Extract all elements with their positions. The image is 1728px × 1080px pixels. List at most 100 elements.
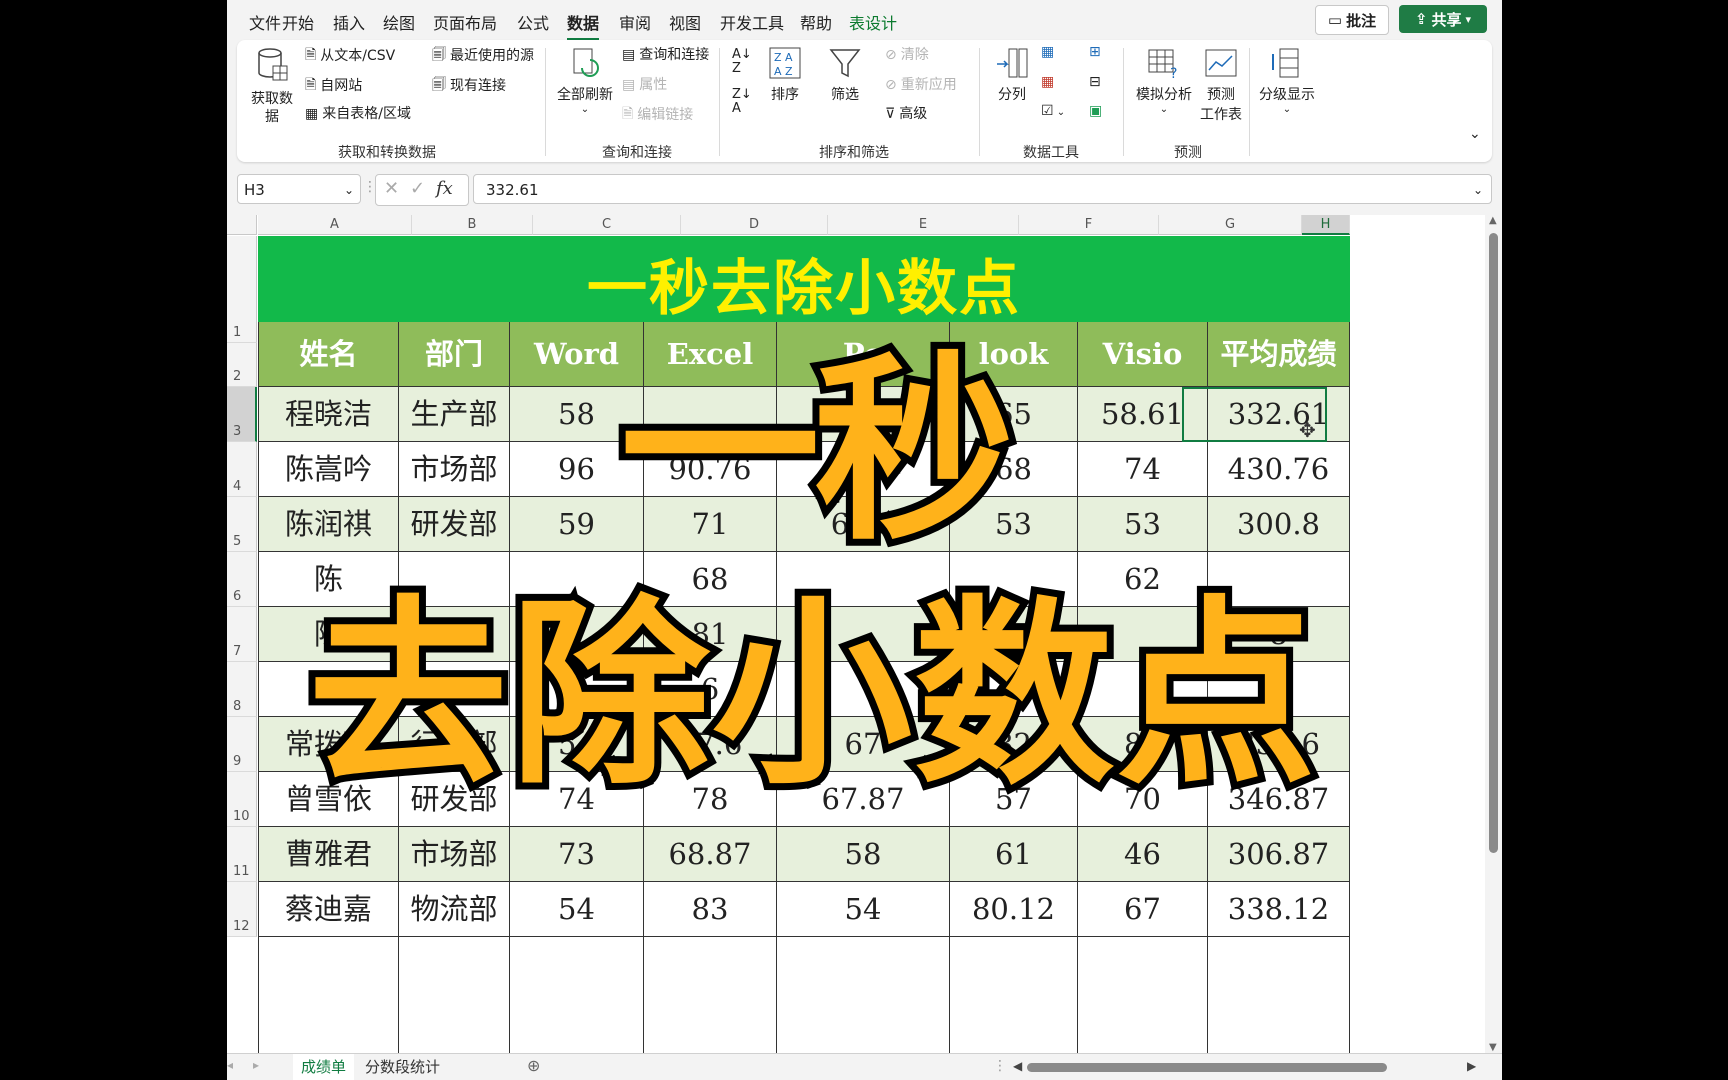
reapply-button[interactable]: ⊘ 重新应用 <box>885 74 957 94</box>
menu-formulas[interactable]: 公式 <box>517 10 549 34</box>
table-cell[interactable]: 物流部 <box>399 882 510 937</box>
table-cell[interactable]: 陈润祺 <box>258 497 399 552</box>
table-cell[interactable] <box>777 937 950 1053</box>
table-cell[interactable]: 54 <box>777 882 950 937</box>
scroll-up-icon[interactable]: ▲ <box>1489 215 1497 226</box>
row-header-6[interactable]: 6 <box>227 552 257 607</box>
table-cell[interactable] <box>1208 937 1350 1053</box>
table-cell[interactable]: 54 <box>510 882 644 937</box>
formula-input[interactable]: 332.61 ⌄ <box>473 174 1492 204</box>
menu-help[interactable]: 帮助 <box>800 10 832 34</box>
scroll-left-icon[interactable]: ◀ <box>1013 1059 1022 1073</box>
existing-connections-button[interactable]: 🗐 现有连接 <box>432 74 506 98</box>
name-box[interactable]: H3 ⌄ <box>237 174 361 204</box>
table-cell[interactable]: 74 <box>1078 442 1208 497</box>
table-cell[interactable] <box>258 937 399 1053</box>
row-header-7[interactable]: 7 <box>227 607 257 662</box>
row-header-2[interactable]: 2 <box>227 343 257 387</box>
menu-data[interactable]: 数据 <box>567 10 600 41</box>
sheet-tab-score-ranges[interactable]: 分数段统计 <box>357 1054 448 1080</box>
table-cell[interactable] <box>1078 937 1208 1053</box>
text-to-columns-button[interactable]: 分列 <box>992 46 1032 104</box>
sort-za-button[interactable]: Z↓ A <box>732 88 752 116</box>
get-data-button[interactable]: 获取数 据 <box>247 46 297 126</box>
from-table-button[interactable]: ▦ 来自表格/区域 <box>305 103 411 123</box>
clear-filter-button[interactable]: ⊘ 清除 <box>885 44 929 64</box>
column-header-f[interactable]: F <box>1019 215 1159 235</box>
from-text-csv-button[interactable]: 🗎 从文本/CSV <box>305 44 395 68</box>
column-header-e[interactable]: E <box>828 215 1019 235</box>
forecast-sheet-button[interactable]: 预测 工作表 <box>1199 46 1243 124</box>
table-cell[interactable]: 市场部 <box>399 827 510 882</box>
column-header-c[interactable]: C <box>533 215 681 235</box>
column-header-a[interactable]: A <box>258 215 412 235</box>
scroll-down-icon[interactable]: ▼ <box>1489 1042 1497 1053</box>
vertical-scroll-thumb[interactable] <box>1489 233 1498 853</box>
comments-button[interactable]: ▭ 批注 <box>1315 5 1389 35</box>
table-cell[interactable]: 306.87 <box>1208 827 1350 882</box>
table-header-cell[interactable]: 姓名 <box>258 322 399 387</box>
table-cell[interactable]: 市场部 <box>399 442 510 497</box>
menu-page-layout[interactable]: 页面布局 <box>433 10 497 34</box>
menu-draw[interactable]: 绘图 <box>383 10 415 34</box>
sort-az-button[interactable]: A↓ Z <box>732 48 752 76</box>
recent-sources-button[interactable]: 🗐 最近使用的源 <box>432 44 534 68</box>
vertical-scrollbar[interactable]: ▲ ▼ <box>1485 215 1502 1053</box>
ribbon-collapse-button[interactable]: ⌄ <box>1469 126 1481 142</box>
menu-review[interactable]: 审阅 <box>619 10 651 34</box>
row-header-8[interactable]: 8 <box>227 662 257 717</box>
flash-fill-button[interactable]: ▦ <box>1041 44 1054 60</box>
table-cell[interactable]: 61 <box>950 827 1078 882</box>
prev-sheet-icon[interactable]: ◂ <box>227 1058 233 1072</box>
share-button[interactable]: ⇪ 共享 ▾ <box>1399 5 1487 33</box>
edit-links-button[interactable]: 🗎 编辑链接 <box>622 103 693 127</box>
column-header-g[interactable]: G <box>1159 215 1302 235</box>
row-header-12[interactable]: 12 <box>227 882 257 937</box>
table-cell[interactable]: 430.76 <box>1208 442 1350 497</box>
table-cell[interactable]: 53 <box>1078 497 1208 552</box>
menu-insert[interactable]: 插入 <box>333 10 365 34</box>
table-cell[interactable] <box>510 937 644 1053</box>
table-cell[interactable]: 曹雅君 <box>258 827 399 882</box>
row-header-10[interactable]: 10 <box>227 772 257 827</box>
table-cell[interactable]: 68.87 <box>644 827 777 882</box>
table-cell[interactable]: 80.12 <box>950 882 1078 937</box>
table-cell[interactable]: 生产部 <box>399 387 510 442</box>
properties-button[interactable]: ▤ 属性 <box>622 74 667 94</box>
what-if-analysis-button[interactable]: ? 模拟分析 ⌄ <box>1133 46 1195 115</box>
table-header-cell[interactable]: 部门 <box>399 322 510 387</box>
row-header-9[interactable]: 9 <box>227 717 257 772</box>
refresh-all-button[interactable]: 全部刷新 ⌄ <box>555 46 615 115</box>
horizontal-scroll-thumb[interactable] <box>1027 1063 1387 1072</box>
column-header-h[interactable]: H <box>1302 215 1350 235</box>
column-header-b[interactable]: B <box>412 215 533 235</box>
filter-button[interactable]: 筛选 <box>825 46 865 104</box>
row-header-5[interactable]: 5 <box>227 497 257 552</box>
column-header-d[interactable]: D <box>681 215 828 235</box>
advanced-filter-button[interactable]: ⊽ 高级 <box>885 103 927 123</box>
cancel-icon[interactable]: ✕ <box>384 178 399 199</box>
data-validation-button[interactable]: ☑ ⌄ <box>1041 103 1065 119</box>
table-cell[interactable]: 58 <box>777 827 950 882</box>
table-cell[interactable]: 300.8 <box>1208 497 1350 552</box>
table-header-cell[interactable]: Visio <box>1078 322 1208 387</box>
table-cell[interactable] <box>644 937 777 1053</box>
menu-home[interactable]: 开始 <box>282 10 314 34</box>
relationships-button[interactable]: ⊟ <box>1089 74 1101 90</box>
table-cell[interactable]: 73 <box>510 827 644 882</box>
table-header-cell[interactable]: 平均成绩 <box>1208 322 1350 387</box>
table-cell[interactable]: 338.12 <box>1208 882 1350 937</box>
table-cell[interactable]: 蔡迪嘉 <box>258 882 399 937</box>
table-cell[interactable] <box>399 937 510 1053</box>
table-cell[interactable]: 程晓洁 <box>258 387 399 442</box>
queries-connections-button[interactable]: ▤ 查询和连接 <box>622 44 709 64</box>
remove-duplicates-button[interactable]: ▦ <box>1041 74 1054 90</box>
next-sheet-icon[interactable]: ▸ <box>253 1058 259 1072</box>
insert-function-icon[interactable]: fx <box>436 178 453 199</box>
table-cell[interactable]: 46 <box>1078 827 1208 882</box>
scroll-right-icon[interactable]: ▶ <box>1467 1059 1476 1073</box>
menu-file[interactable]: 文件 <box>249 10 281 34</box>
row-header-1[interactable]: 1 <box>227 236 257 343</box>
row-header-4[interactable]: 4 <box>227 442 257 497</box>
data-model-button[interactable]: ▣ <box>1089 103 1102 119</box>
